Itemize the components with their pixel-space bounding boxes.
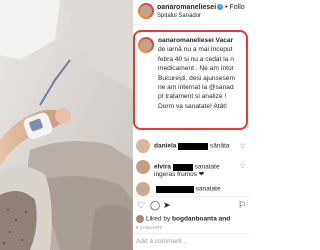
comment-text-line2: ingeras frumos ❤ xyxy=(154,171,205,178)
caption-line: pt tratament si analize ! xyxy=(158,93,227,101)
comment-username[interactable]: daniela xyxy=(154,143,176,150)
redaction-bar xyxy=(178,142,209,150)
post-actions-bar: ♡ ◯ ➤ ⚐ xyxy=(133,196,250,213)
likes-suffix: and xyxy=(218,215,231,223)
like-comment-heart-icon[interactable]: ♡ xyxy=(240,163,247,170)
redaction-bar xyxy=(155,185,194,193)
author-avatar[interactable] xyxy=(138,3,154,19)
hospital-bed-photo xyxy=(0,0,133,250)
post-header: oanaromaneliesei ✓ • Follo Spitalul Sanad… xyxy=(133,0,250,25)
follow-button[interactable]: Follo xyxy=(230,4,245,11)
liker-avatar xyxy=(136,215,144,223)
comment-item: daniela sănăta xyxy=(136,139,230,153)
likes-prefix: Liked by xyxy=(146,215,171,223)
bookmark-icon[interactable]: ⚐ xyxy=(238,200,246,211)
author-username[interactable]: oanaromaneliesei xyxy=(157,4,216,11)
caption-line: de iarnă nu a mai început xyxy=(158,46,233,54)
liker-username[interactable]: bogdanboanta xyxy=(172,216,217,223)
author-line: oanaromaneliesei ✓ • Follo xyxy=(157,4,245,11)
comment-text: sănăta xyxy=(210,142,230,150)
post-location[interactable]: Spitalul Sanador xyxy=(157,13,201,19)
verified-badge-icon: ✓ xyxy=(217,4,224,11)
caption-line: febra 40 si nu a cedat la n xyxy=(158,55,234,63)
caption-line: București, desi ajunsesem xyxy=(158,74,235,82)
like-heart-icon[interactable]: ♡ xyxy=(137,200,145,211)
caption-author-avatar[interactable] xyxy=(138,37,154,53)
likes-summary[interactable]: Liked by bogdanboanta and xyxy=(136,215,230,223)
caption-text: oanaromaneliesei Vacar de iarnă nu a mai… xyxy=(158,36,250,111)
comment-text: sanatate xyxy=(195,185,221,193)
like-comment-heart-icon[interactable]: ♡ xyxy=(240,143,247,150)
add-comment-bar[interactable]: Add a comment... xyxy=(133,233,250,250)
post-photo[interactable] xyxy=(0,0,133,250)
commenter-avatar[interactable] xyxy=(136,139,150,153)
caption-line: oanaromaneliesei Vacar xyxy=(158,37,234,44)
header-separator: • xyxy=(225,4,228,11)
post-panel: oanaromaneliesei ✓ • Follo Spitalul Sanad… xyxy=(133,0,250,250)
caption-line: Dorm va sanatate! Atât! xyxy=(158,102,227,110)
caption-line: ne am internat la @sanad xyxy=(158,84,234,92)
add-comment-input[interactable]: Add a comment... xyxy=(136,238,187,245)
comment-icon[interactable]: ◯ xyxy=(150,200,160,211)
comment-item: sanatate xyxy=(136,182,221,196)
commenter-avatar[interactable] xyxy=(136,160,150,174)
post-date: 6 JANUARY xyxy=(136,225,163,230)
share-icon[interactable]: ➤ xyxy=(163,200,171,211)
caption-line: medicament . Ne am întor xyxy=(158,65,234,73)
commenter-avatar[interactable] xyxy=(136,182,150,196)
